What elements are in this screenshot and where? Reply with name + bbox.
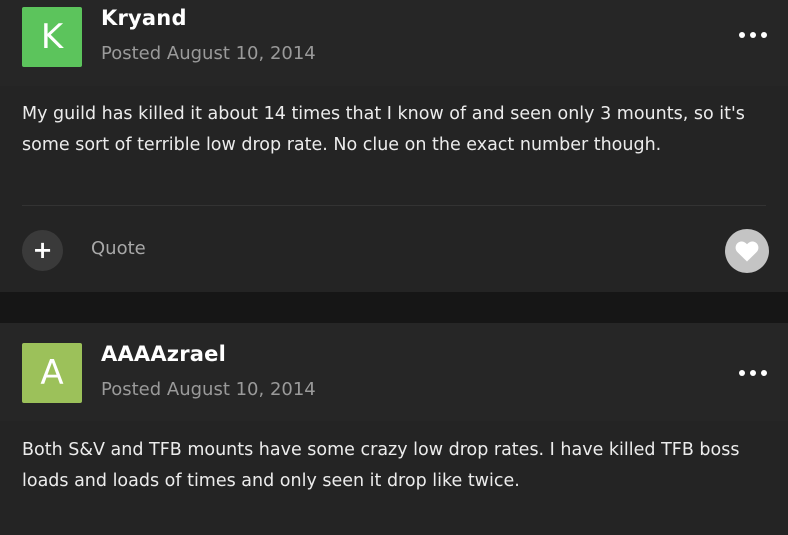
post-header: A AAAAzrael Posted August 10, 2014 — [0, 323, 788, 421]
avatar[interactable]: K — [22, 7, 82, 67]
divider — [22, 205, 766, 206]
post-aaaazrael: A AAAAzrael Posted August 10, 2014 Both … — [0, 323, 788, 535]
author-name[interactable]: Kryand — [101, 6, 187, 30]
post-header: K Kryand Posted August 10, 2014 — [0, 0, 788, 86]
post-date[interactable]: Posted August 10, 2014 — [101, 43, 316, 64]
author-name[interactable]: AAAAzrael — [101, 342, 226, 366]
quote-button[interactable]: Quote — [91, 238, 146, 259]
post-body: Both S&V and TFB mounts have some crazy … — [22, 440, 740, 491]
heart-icon[interactable] — [725, 229, 769, 273]
plus-icon[interactable]: + — [22, 230, 63, 271]
post-body: My guild has killed it about 14 times th… — [22, 104, 745, 155]
ellipsis-icon[interactable] — [739, 28, 767, 42]
avatar[interactable]: A — [22, 343, 82, 403]
post-kryand: K Kryand Posted August 10, 2014 My guild… — [0, 0, 788, 292]
ellipsis-icon[interactable] — [739, 366, 767, 380]
post-date[interactable]: Posted August 10, 2014 — [101, 379, 316, 400]
